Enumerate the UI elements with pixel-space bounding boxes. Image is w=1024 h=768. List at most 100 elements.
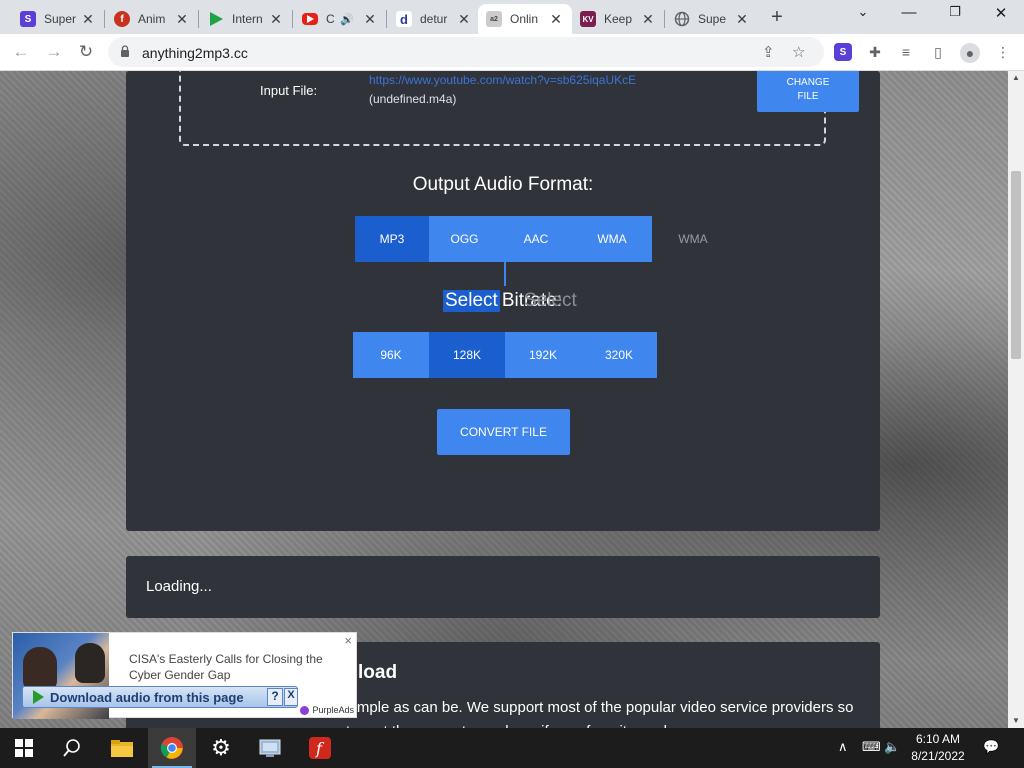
extension-s-icon[interactable]: S [834,43,852,61]
close-icon[interactable]: ✕ [362,11,378,28]
format-label: OGG [450,232,479,246]
help-button[interactable]: ? [267,688,283,706]
close-icon[interactable]: ✕ [456,11,472,28]
restore-icon[interactable]: ❐ [932,4,978,20]
globe-icon [674,11,690,27]
ad-person-right [75,643,105,683]
scroll-up-icon[interactable]: ▲ [1008,71,1024,85]
youtube-icon [302,13,318,25]
window-close-icon[interactable]: ✕ [978,4,1024,22]
close-icon[interactable]: ✕ [548,11,564,28]
media-control-icon[interactable]: ≡ [897,43,915,61]
scroll-down-icon[interactable]: ▼ [1008,714,1024,728]
bitrate-320k-button[interactable]: 320K [581,332,657,378]
tab-separator [664,10,665,28]
page-scrollbar[interactable]: ▲ ▼ [1008,71,1024,728]
close-icon[interactable]: ✕ [80,11,96,28]
format-aac-button[interactable]: AAC [500,216,572,262]
download-bar-close-button[interactable]: X [284,688,298,706]
tab-label: Intern [232,12,263,26]
converter-panel: Input File: https://www.youtube.com/watc… [126,71,880,531]
close-icon[interactable]: ✕ [174,11,190,28]
close-icon[interactable]: ✕ [734,11,750,28]
network-icon[interactable]: ⌨ [862,739,881,755]
tab-label: Keep [604,12,633,26]
share-icon[interactable]: ⇪ [762,43,775,61]
input-file-dropzone: Input File: https://www.youtube.com/watc… [179,71,859,146]
bookmark-star-icon[interactable]: ☆ [792,43,805,61]
search-icon[interactable] [48,728,96,768]
tab-anim[interactable]: f Anim ✕ [106,4,198,34]
tab-label: Super [44,12,77,26]
download-audio-bar[interactable]: Download audio from this page ? X [22,686,298,708]
notification-icon[interactable]: 💬 [983,739,999,755]
ad-close-icon[interactable]: × [344,633,352,648]
tab-keep[interactable]: KV Keep ✕ [572,4,664,34]
windows-taskbar: ⚙ f ∧ ⌨ 🔈 6:10 AM 8/21/2022 💬 [0,728,1024,768]
clock-time: 6:10 AM [915,732,961,746]
new-tab-icon[interactable]: + [766,6,788,29]
bitrate-label: 320K [604,348,634,362]
bitrate-label: 128K [452,348,482,362]
clock-date: 8/21/2022 [911,749,965,763]
tab-strip: S Super ✕ f Anim ✕ Intern ✕ C 🔊 ✕ d detu… [0,0,1024,34]
speaker-icon[interactable]: 🔊 [340,13,354,26]
format-label: WMA [597,232,627,246]
change-file-button[interactable]: CHANGE FILE [757,71,859,112]
purpleads-logo-icon [300,705,310,715]
anything2mp3-icon: a2 [486,11,502,27]
bitrate-128k-button[interactable]: 128K [429,332,505,378]
flash-icon: f [114,11,130,27]
tab-online-active[interactable]: a2 Onlin ✕ [478,4,572,34]
ad-headline[interactable]: CISA's Easterly Calls for Closing the Cy… [129,651,334,683]
bitrate-192k-button[interactable]: 192K [505,332,581,378]
tab-search-icon[interactable]: ⌄ [840,4,886,20]
side-panel-icon[interactable]: ▯ [929,43,947,61]
tab-label: Onlin [510,12,539,26]
profile-avatar-icon[interactable]: ● [960,43,980,63]
download-audio-label: Download audio from this page [50,689,244,705]
control-panel-icon[interactable] [246,728,294,768]
settings-gear-icon[interactable]: ⚙ [197,728,245,768]
chrome-taskbar-icon[interactable] [148,728,196,768]
close-icon[interactable]: ✕ [640,11,656,28]
format-mp3-button[interactable]: MP3 [355,216,429,262]
change-file-label: CHANGE FILE [786,77,830,102]
tab-super[interactable]: S Super ✕ [12,4,104,34]
tab-detur[interactable]: d detur ✕ [388,4,480,34]
close-icon[interactable]: ✕ [268,11,284,28]
format-wma-button[interactable]: WMA [572,216,652,262]
file-explorer-icon[interactable] [98,728,146,768]
system-clock[interactable]: 6:10 AM 8/21/2022 [900,731,976,765]
tab-supe[interactable]: Supe ✕ [666,4,758,34]
format-ogg-button[interactable]: OGG [429,216,500,262]
menu-kebab-icon[interactable]: ⋮ [994,43,1012,61]
format-ghost-label: WMA [652,216,734,262]
minimize-icon[interactable]: — [886,4,932,21]
windows-start-icon[interactable] [0,728,48,768]
input-file-url[interactable]: https://www.youtube.com/watch?v=sb625iqa… [369,73,636,87]
forward-icon[interactable]: → [43,42,65,62]
page-viewport: Input File: https://www.youtube.com/watc… [0,71,1008,728]
tab-youtube[interactable]: C 🔊 ✕ [294,4,386,34]
s-logo-icon: S [20,11,36,27]
extensions-puzzle-icon[interactable]: ✚ [866,43,884,61]
convert-file-button[interactable]: CONVERT FILE [437,409,570,455]
volume-icon[interactable]: 🔈 [884,739,900,755]
tray-chevron-icon[interactable]: ∧ [838,739,848,755]
status-panel: Loading... [126,556,880,618]
tab-separator [292,10,293,28]
address-bar[interactable]: anything2mp3.cc ⇪ ☆ [108,37,824,67]
transition-cursor [504,262,506,286]
tab-intern[interactable]: Intern ✕ [200,4,292,34]
flash-player-icon[interactable]: f [296,728,344,768]
tab-label: Anim [138,12,166,26]
bitrate-96k-button[interactable]: 96K [353,332,429,378]
browser-toolbar: ← → ↻ anything2mp3.cc ⇪ ☆ S ✚ ≡ ▯ ● ⋮ [0,34,1024,71]
scroll-thumb[interactable] [1011,171,1021,359]
ad-person-left [23,647,57,691]
reload-icon[interactable]: ↻ [75,42,97,62]
url-text: anything2mp3.cc [142,45,248,61]
back-icon[interactable]: ← [10,42,32,62]
tab-label: C [326,12,335,26]
